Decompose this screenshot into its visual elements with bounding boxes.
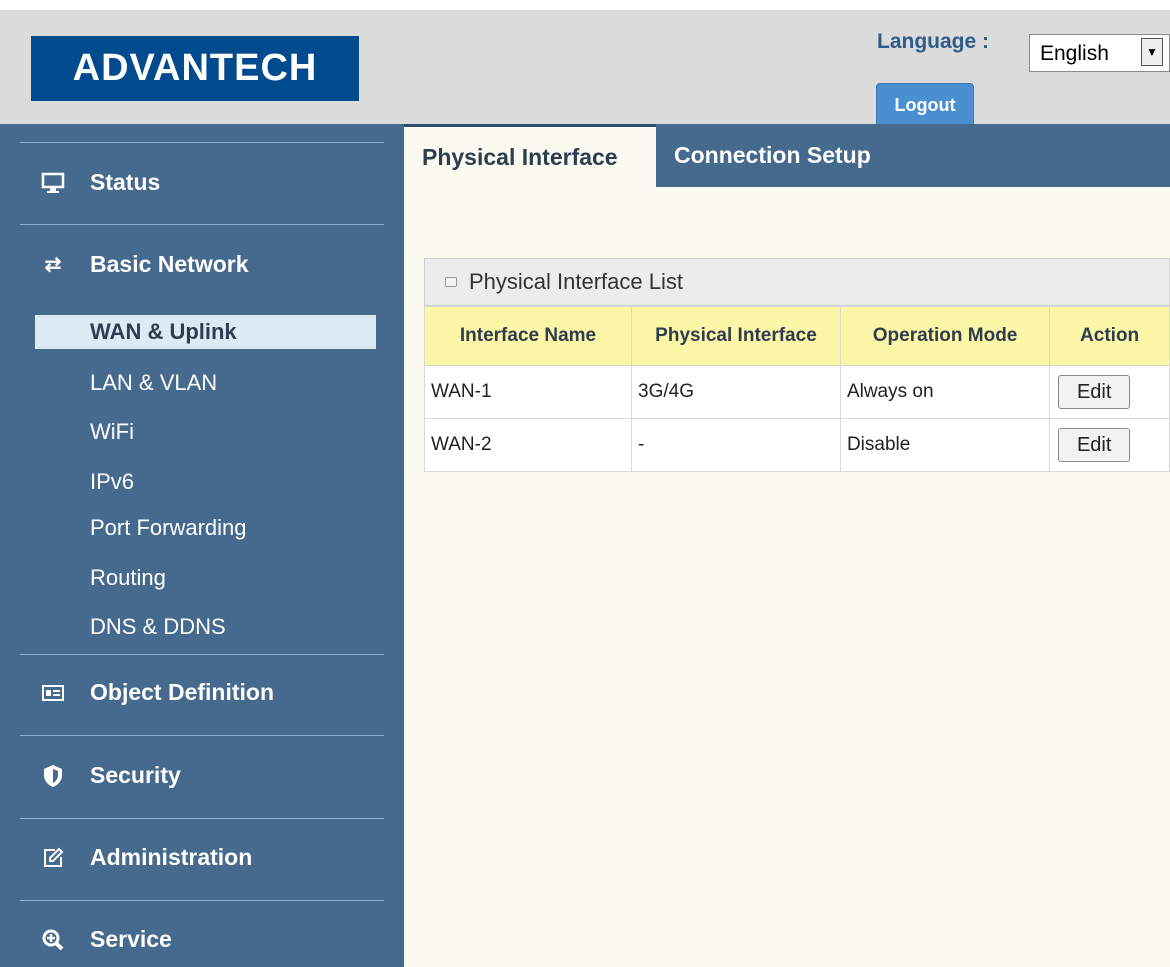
divider: [20, 900, 384, 901]
cell-operation-mode: Always on: [839, 365, 1051, 419]
sidebar-item-dns-ddns[interactable]: DNS & DDNS: [90, 614, 226, 640]
sidebar-item-security[interactable]: Security: [40, 762, 181, 789]
language-label: Language :: [877, 30, 990, 53]
top-header: ADVANTECH Language : English ▼ Logout: [0, 10, 1170, 127]
edit-icon: [40, 847, 66, 869]
id-card-icon: [40, 684, 66, 701]
sidebar-item-basic-network[interactable]: ⇄ Basic Network: [40, 251, 249, 278]
divider: [20, 142, 384, 143]
sidebar-item-routing[interactable]: Routing: [90, 565, 166, 591]
monitor-icon: [40, 172, 66, 194]
column-header: Operation Mode: [839, 306, 1051, 366]
divider: [20, 224, 384, 225]
panel-title: Physical Interface List: [469, 269, 683, 294]
divider: [20, 818, 384, 819]
column-header: Interface Name: [424, 306, 632, 366]
interface-table: Interface Name Physical Interface Operat…: [424, 306, 1170, 472]
sidebar-item-object-definition[interactable]: Object Definition: [40, 679, 274, 706]
cell-operation-mode: Disable: [839, 418, 1051, 472]
sidebar-item-wifi[interactable]: WiFi: [90, 419, 134, 445]
sidebar-label-basic-network: Basic Network: [90, 251, 249, 277]
main-content: Physical Interface Connection Setup Phys…: [404, 124, 1170, 967]
cell-action: Edit: [1049, 418, 1170, 472]
cell-action: Edit: [1049, 365, 1170, 419]
swap-arrows-icon: ⇄: [44, 254, 62, 276]
sidebar-label-status: Status: [90, 169, 161, 195]
table-row: WAN-2 - Disable Edit: [424, 418, 1170, 472]
sidebar-item-port-forwarding[interactable]: Port Forwarding: [90, 515, 247, 541]
advantech-logo: ADVANTECH: [31, 36, 359, 101]
sidebar-item-administration[interactable]: Administration: [40, 844, 252, 871]
sidebar: Status ⇄ Basic Network WAN & Uplink LAN …: [0, 124, 404, 967]
sidebar-item-ipv6[interactable]: IPv6: [90, 469, 134, 495]
cell-physical-interface: 3G/4G: [631, 365, 841, 419]
edit-button[interactable]: Edit: [1058, 375, 1131, 409]
collapse-toggle-icon[interactable]: [445, 277, 457, 287]
sidebar-label-service: Service: [90, 926, 172, 952]
shield-icon: [40, 764, 66, 788]
divider: [20, 654, 384, 655]
tab-connection-setup[interactable]: Connection Setup: [656, 124, 871, 187]
language-value: English: [1040, 42, 1109, 65]
sidebar-item-lan-vlan[interactable]: LAN & VLAN: [90, 370, 217, 396]
edit-button[interactable]: Edit: [1058, 428, 1131, 462]
cell-interface-name: WAN-1: [424, 365, 632, 419]
sidebar-item-service[interactable]: Service: [40, 926, 172, 953]
table-row: WAN-1 3G/4G Always on Edit: [424, 365, 1170, 419]
cell-interface-name: WAN-2: [424, 418, 632, 472]
chevron-down-icon[interactable]: ▼: [1141, 38, 1163, 66]
zoom-in-icon: [40, 929, 66, 951]
language-select[interactable]: English ▼: [1029, 34, 1170, 72]
table-header-row: Interface Name Physical Interface Operat…: [424, 306, 1170, 366]
sidebar-item-wan-uplink[interactable]: WAN & Uplink: [35, 315, 376, 349]
column-header: Physical Interface: [631, 306, 841, 366]
cell-physical-interface: -: [631, 418, 841, 472]
panel-header: Physical Interface List: [424, 258, 1170, 306]
tab-physical-interface[interactable]: Physical Interface: [404, 124, 656, 187]
sidebar-label-object-definition: Object Definition: [90, 679, 274, 705]
sidebar-label-security: Security: [90, 762, 181, 788]
column-header: Action: [1049, 306, 1170, 366]
tab-bar: Physical Interface Connection Setup: [404, 124, 1170, 187]
sidebar-item-status[interactable]: Status: [40, 169, 160, 196]
divider: [20, 735, 384, 736]
logout-button[interactable]: Logout: [876, 83, 974, 127]
sidebar-label-administration: Administration: [90, 844, 253, 870]
